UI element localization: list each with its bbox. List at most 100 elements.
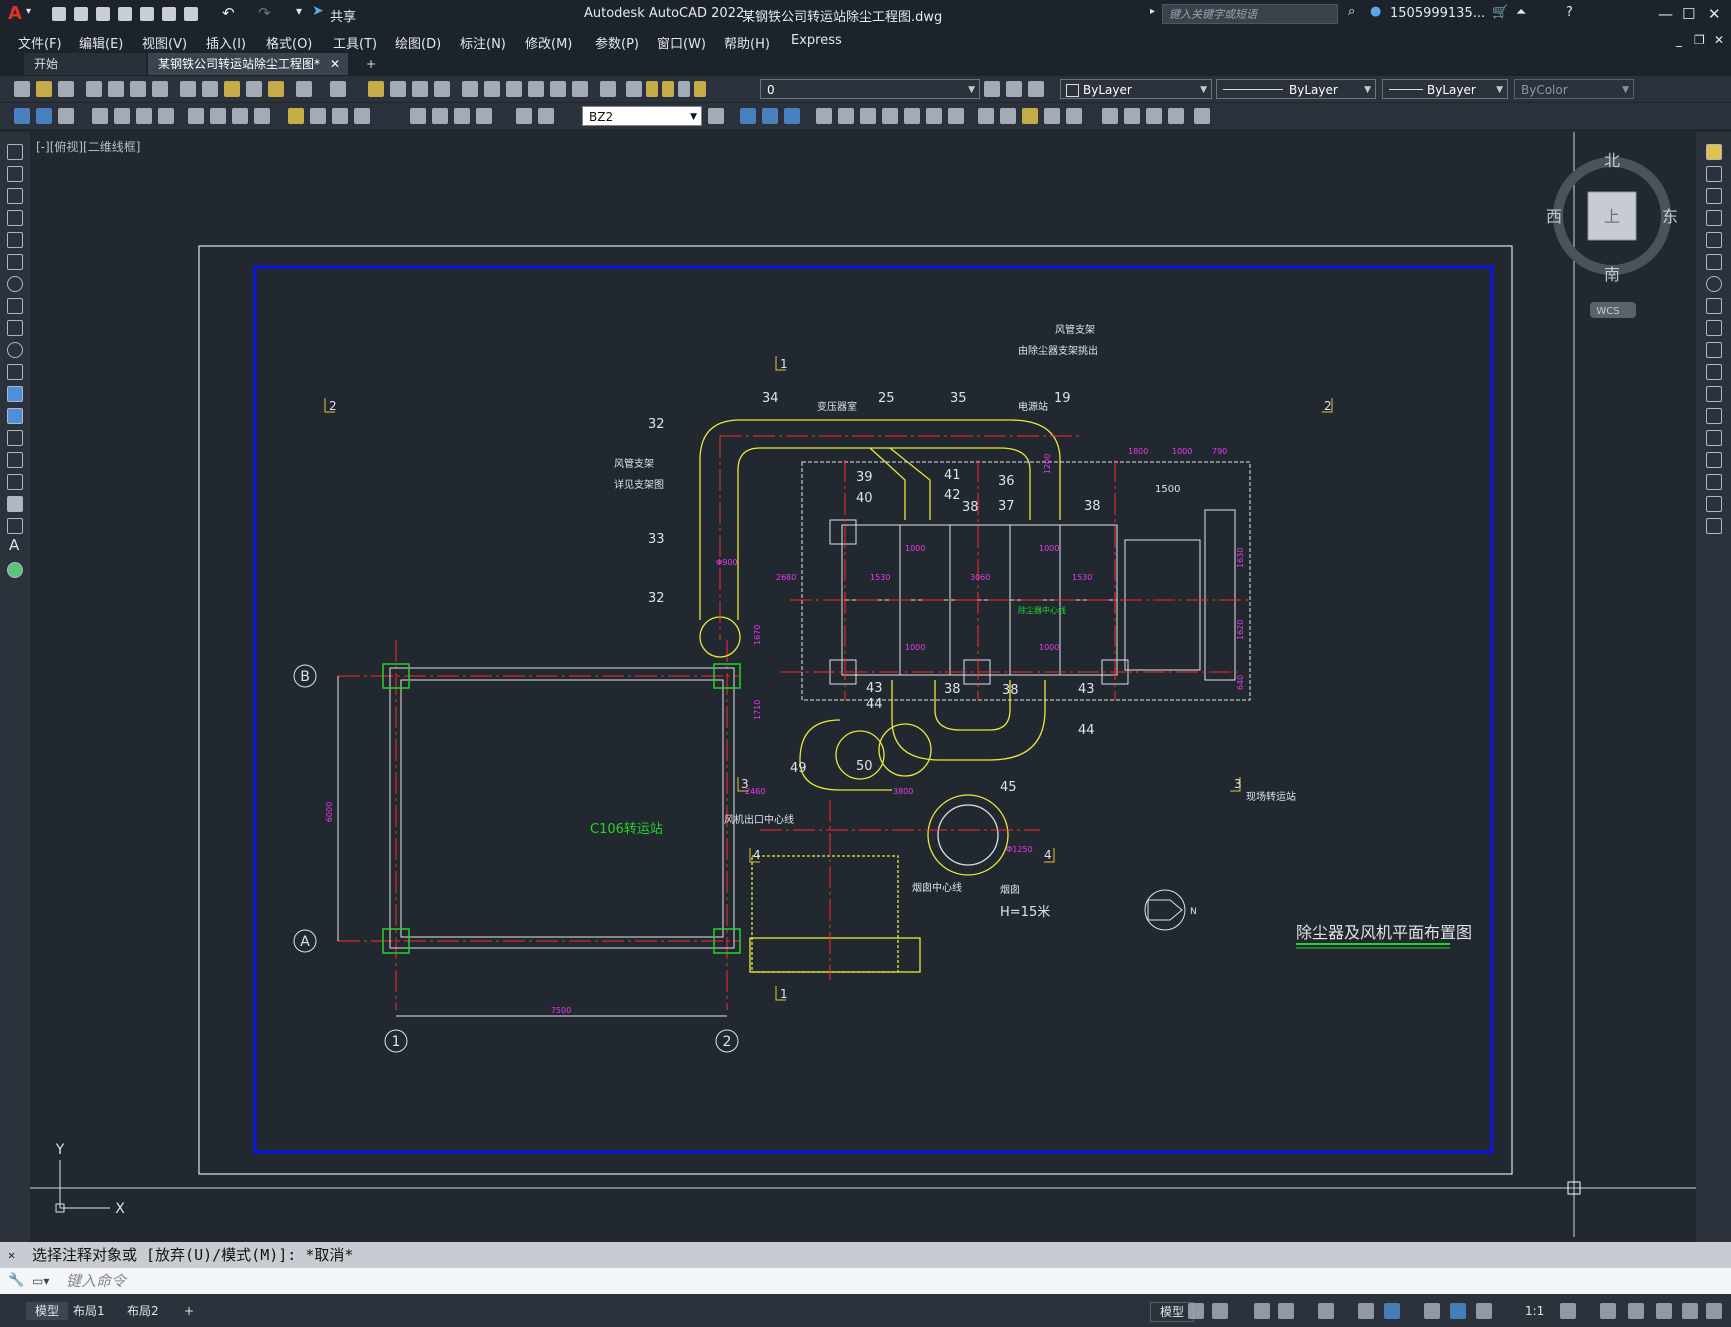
callout-35: 35 [950, 391, 967, 406]
label-elec: 电源站 [1018, 400, 1048, 413]
north-arrow: N [1144, 889, 1197, 931]
dim-phi1250: Φ1250 [1006, 845, 1033, 854]
callout-19: 19 [1054, 391, 1071, 406]
ortho-icon[interactable] [1254, 1303, 1270, 1319]
dim-span: 7500 [551, 1006, 571, 1015]
auto-scale-icon[interactable] [1476, 1303, 1492, 1319]
tab-layout1[interactable]: 布局1 [64, 1302, 114, 1320]
callout-40: 40 [856, 491, 873, 506]
dim-3800: 3800 [893, 787, 913, 796]
wcs-label: WCS [1596, 306, 1619, 317]
label-chimney: 烟囱 [1000, 883, 1020, 896]
callout-32a: 32 [648, 417, 665, 432]
callout-45: 45 [1000, 780, 1017, 795]
command-recent-icon[interactable]: ▭▾ [32, 1268, 49, 1294]
label-dust-center: 除尘器中心线 [1018, 605, 1066, 615]
clean-screen-icon[interactable] [1682, 1303, 1698, 1319]
dim-1000a: 1000 [905, 544, 925, 553]
dim-790: 790 [1212, 447, 1227, 456]
dim-phi900: Φ900 [716, 558, 738, 567]
dim-1530b: 1530 [1072, 573, 1092, 582]
dim-1000b: 1000 [1039, 544, 1059, 553]
callout-36: 36 [998, 474, 1015, 489]
viewcube-east[interactable]: 东 [1662, 207, 1678, 226]
support-box-1 [829, 519, 857, 545]
command-history-text: 选择注释对象或 [放弃(U)/模式(M)]: *取消* [32, 1246, 354, 1264]
polar-icon[interactable] [1278, 1303, 1294, 1319]
callout-41: 41 [944, 468, 961, 483]
viewcube[interactable]: 上 北 南 东 西 WCS [1546, 151, 1678, 318]
callout-38d: 38 [1002, 683, 1019, 698]
grid-label-b: B [300, 669, 310, 685]
duct-bottom-outer [891, 680, 1046, 761]
stair [1124, 539, 1201, 671]
drawing-canvas: B A 1 2 7500 6000 C106转运站 34 25 35 19 32… [30, 132, 1696, 1237]
label-chimney-center: 烟囱中心线 [912, 881, 962, 894]
section-2-left: 2 [329, 399, 337, 413]
units-icon[interactable] [1628, 1303, 1644, 1319]
tab-model[interactable]: 模型 [26, 1302, 69, 1320]
tab-layout2[interactable]: 布局2 [118, 1302, 168, 1320]
callout-44a: 44 [866, 697, 883, 712]
status-bar: 模型 布局1 布局2 + 模型 1:1 [0, 1294, 1731, 1327]
label-duct-support-sub: 由除尘器支架挑出 [1018, 344, 1098, 357]
dim-1000: 1000 [1172, 447, 1192, 456]
chimney-inner [937, 804, 999, 866]
dimensions: 2460 3800 1800 1000 790 1530 3060 1530 1… [716, 447, 1245, 854]
dim-height: 6000 [325, 802, 334, 822]
tab-add-layout[interactable]: + [175, 1302, 203, 1320]
grid-label-1: 1 [392, 1034, 401, 1050]
grid-icon[interactable] [1188, 1303, 1204, 1319]
command-settings-icon[interactable]: 🔧 [8, 1268, 24, 1294]
north-circle [1144, 889, 1186, 931]
dim-640: 640 [1236, 675, 1245, 690]
lineweight-icon[interactable] [1424, 1303, 1440, 1319]
duct-branch-2 [889, 447, 931, 520]
label-duct-support: 风管支架 [1055, 323, 1095, 336]
customization-icon[interactable] [1706, 1303, 1722, 1319]
duct-branch-1 [869, 447, 906, 520]
callout-38a: 38 [962, 500, 979, 515]
snap-icon[interactable] [1212, 1303, 1228, 1319]
viewcube-west[interactable]: 西 [1546, 207, 1562, 226]
isodraft-icon[interactable] [1318, 1303, 1334, 1319]
osnap-tracking-icon[interactable] [1358, 1303, 1374, 1319]
workspace-gear-icon[interactable] [1560, 1303, 1576, 1319]
callout-43a: 43 [866, 681, 883, 696]
label-transformer: 变压器室 [817, 400, 857, 413]
north-arrow-shape [1147, 899, 1183, 921]
station-label: C106转运站 [590, 822, 663, 837]
dim-1710: 1710 [753, 700, 762, 720]
label-fan-center: 风机出口中心线 [724, 813, 794, 826]
annotation-visibility-icon[interactable] [1450, 1303, 1466, 1319]
ucs-icon: Y X [55, 1142, 125, 1217]
label-chimney-height: H=15米 [1000, 905, 1050, 920]
callout-43b: 43 [1078, 682, 1095, 697]
section-1-bot: 1 [780, 987, 788, 1001]
callout-37: 37 [998, 499, 1015, 514]
viewcube-north[interactable]: 北 [1604, 151, 1620, 170]
building-structure: B A 1 2 7500 6000 C106转运站 [293, 640, 741, 1053]
building-outline [389, 667, 735, 949]
annotation-scale[interactable]: 1:1 [1516, 1302, 1553, 1320]
callout-38c: 38 [944, 682, 961, 697]
dim-1620: 1620 [1236, 620, 1245, 640]
drawing-title: 除尘器及风机平面布置图 [1296, 923, 1472, 942]
command-input[interactable]: 🔧 ▭▾ 键入命令 [0, 1268, 1731, 1294]
section-4-right: 4 [1044, 848, 1052, 862]
command-close-icon[interactable]: ✕ [8, 1242, 15, 1268]
command-placeholder: 键入命令 [66, 1272, 127, 1290]
section-2-right: 2 [1324, 399, 1332, 413]
section-1-top: 1 [780, 357, 788, 371]
callout-44b: 44 [1078, 723, 1095, 738]
fan-base [749, 937, 921, 973]
command-history: ✕ 选择注释对象或 [放弃(U)/模式(M)]: *取消* [0, 1242, 1731, 1268]
centerlines [719, 435, 1250, 980]
dim-1630: 1630 [1236, 548, 1245, 568]
hardware-accel-icon[interactable] [1656, 1303, 1672, 1319]
object-snap-icon[interactable] [1384, 1303, 1400, 1319]
viewcube-south[interactable]: 南 [1604, 265, 1620, 284]
callout-42: 42 [944, 488, 961, 503]
dim-1000c: 1000 [905, 643, 925, 652]
annotation-monitor-icon[interactable] [1600, 1303, 1616, 1319]
